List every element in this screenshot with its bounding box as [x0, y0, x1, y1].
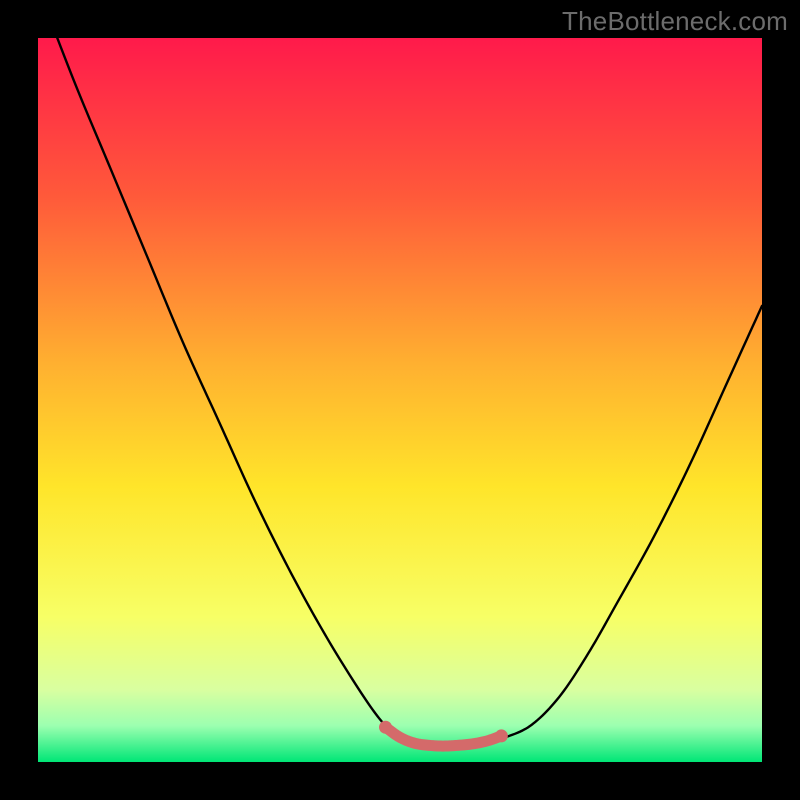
- sweet-spot-endpoint-right: [495, 729, 508, 742]
- sweet-spot-endpoint-left: [379, 721, 392, 734]
- gradient-background: [38, 38, 762, 762]
- plot-area: [38, 38, 762, 762]
- watermark-text: TheBottleneck.com: [562, 6, 788, 37]
- chart-frame: TheBottleneck.com: [0, 0, 800, 800]
- chart-svg: [38, 38, 762, 762]
